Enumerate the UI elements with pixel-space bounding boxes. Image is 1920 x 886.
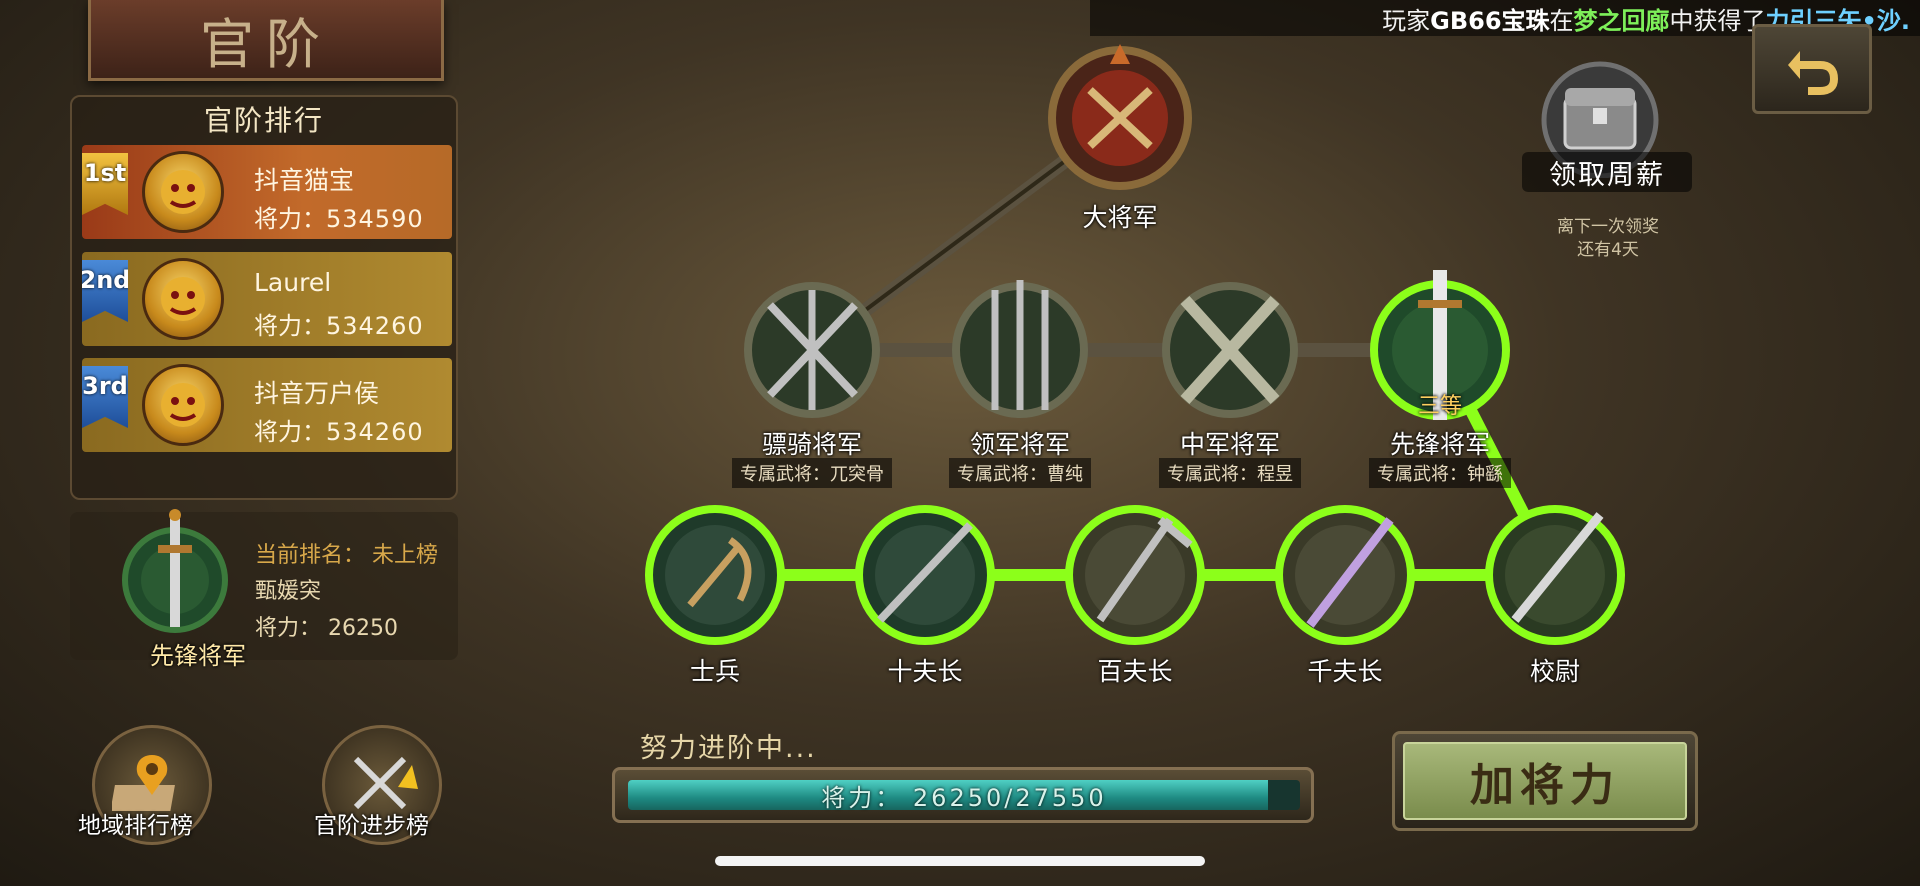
rank-label-vanguard-general: 先锋将军: [1389, 430, 1491, 459]
rank-label-cavalry-general: 骠骑将军: [761, 430, 863, 459]
rank-general-central: 专属武将：程昱: [1159, 458, 1301, 488]
rank-node-grand-general[interactable]: [1048, 44, 1192, 190]
add-power-button[interactable]: 加将力: [1392, 731, 1698, 831]
rank-label-centurion: 百夫长: [1097, 657, 1173, 686]
rank-general-leading: 专属武将：曹纯: [949, 458, 1091, 488]
salary-countdown-line2: 还有4天: [1577, 240, 1639, 260]
rank-node-soldier[interactable]: [645, 505, 785, 645]
power-progress-text: 将力： 26250/27550: [821, 783, 1107, 812]
rank-label-central-general: 中军将军: [1179, 430, 1281, 459]
return-arrow-icon: [1788, 51, 1839, 95]
add-power-label[interactable]: 加将力: [1403, 742, 1687, 820]
rank-node-cavalry-general[interactable]: [744, 282, 880, 418]
back-button[interactable]: [1752, 24, 1872, 114]
rank-label-squad-leader: 十夫长: [887, 657, 963, 686]
rank-label-colonel: 校尉: [1529, 657, 1581, 686]
rank-node-centurion[interactable]: [1065, 505, 1205, 645]
rank-general-vanguard: 专属武将：钟繇: [1369, 458, 1511, 488]
rank-label-leading-general: 领军将军: [969, 430, 1071, 459]
rank-general-cavalry: 专属武将：兀突骨: [732, 458, 892, 488]
rank-node-chiliarch[interactable]: [1275, 505, 1415, 645]
rank-node-leading-general[interactable]: [952, 280, 1088, 418]
salary-countdown-line1: 离下一次领奖: [1557, 217, 1659, 237]
progress-caption: 努力进阶中...: [640, 733, 817, 764]
home-indicator[interactable]: [715, 856, 1205, 866]
rank-node-colonel[interactable]: [1485, 505, 1625, 645]
rank-label-grand-general: 大将军: [1082, 203, 1158, 232]
rank-node-central-general[interactable]: [1162, 282, 1298, 418]
rank-grade-badge: 三等: [1417, 394, 1463, 419]
claim-weekly-salary-button[interactable]: 领取周薪: [1522, 152, 1692, 192]
rank-label-soldier: 士兵: [689, 657, 741, 686]
rank-node-squad-leader[interactable]: [855, 505, 995, 645]
rank-label-chiliarch: 千夫长: [1307, 657, 1383, 686]
